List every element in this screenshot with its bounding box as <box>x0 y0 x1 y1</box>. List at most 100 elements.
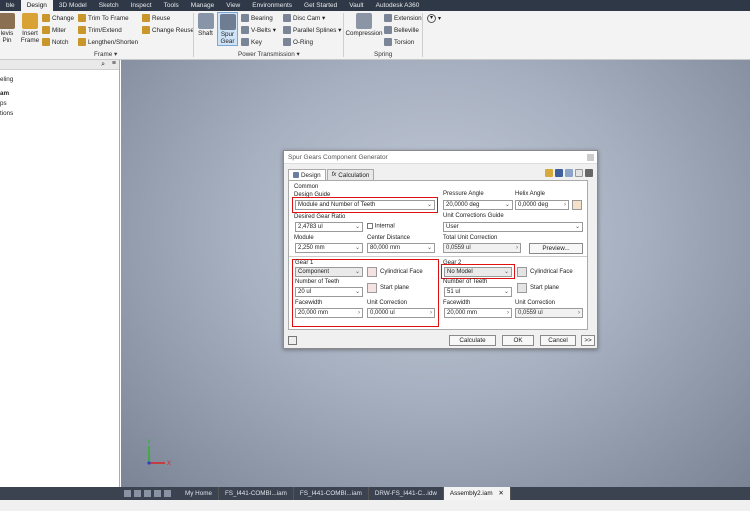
tab-tools[interactable]: Tools <box>158 0 185 11</box>
torsion-spring-button[interactable]: Torsion <box>384 38 414 46</box>
tab-autodesk-a360[interactable]: Autodesk A360 <box>370 0 426 11</box>
shaft-button[interactable]: Shaft <box>197 13 214 37</box>
open-folder-icon[interactable] <box>545 169 553 177</box>
unit-corrections-guide-select[interactable]: User ⌄ <box>443 222 583 232</box>
disc-cam-button[interactable]: Disc Cam ▾ <box>283 14 325 22</box>
start-plane-2-label: Start plane <box>530 285 560 291</box>
help-icon[interactable] <box>288 336 297 345</box>
lengthen-shorten-button[interactable]: Lengthen/Shorten <box>78 38 138 46</box>
print-icon[interactable] <box>585 169 593 177</box>
pressure-angle-select[interactable]: 20,0000 deg ⌄ <box>443 200 513 210</box>
browser-item-root[interactable]: am <box>0 90 9 97</box>
close-icon[interactable] <box>587 154 594 161</box>
notch-button[interactable]: Notch <box>42 38 68 46</box>
doc-tab[interactable]: FS_I441-COMBI...iam <box>219 487 294 500</box>
cancel-button[interactable]: Cancel <box>540 335 576 346</box>
dialog-toolbar <box>545 169 593 177</box>
helix-direction-icon[interactable] <box>572 200 582 210</box>
chevron-down-icon: ⌄ <box>354 289 360 295</box>
desired-gear-ratio-select[interactable]: 2,4783 ul ⌄ <box>295 222 363 232</box>
tab-inspect[interactable]: Inspect <box>125 0 158 11</box>
teeth1-select[interactable]: 20 ul ⌄ <box>295 287 363 297</box>
facewidth1-input[interactable]: 20,000 mm › <box>295 308 363 318</box>
compression-spring-button[interactable]: Compression <box>345 13 383 37</box>
settings-icon[interactable] <box>565 169 573 177</box>
key-button[interactable]: Key <box>241 38 262 46</box>
cascade-icon[interactable] <box>134 490 141 497</box>
tab-environment-partial[interactable]: ble <box>0 0 21 11</box>
doc-tab[interactable]: DRW-FS_I441-C...idw <box>369 487 444 500</box>
vbelts-button[interactable]: V-Belts ▾ <box>241 26 276 34</box>
ribbon-options-dropdown[interactable]: ▾ ▾ <box>427 14 441 23</box>
tab-vault[interactable]: Vault <box>343 0 369 11</box>
change-reuse-icon <box>142 26 150 34</box>
tab-manage[interactable]: Manage <box>185 0 221 11</box>
start-plane-select-icon[interactable] <box>367 283 377 293</box>
doc-tab-active[interactable]: Assembly2.iam ✕ <box>443 487 511 500</box>
doc-tab-my-home[interactable]: My Home <box>179 487 219 500</box>
tab-get-started[interactable]: Get Started <box>298 0 343 11</box>
window-icon[interactable] <box>164 490 171 497</box>
ribbon-separator <box>343 13 344 57</box>
browser-item[interactable]: eling <box>0 76 13 83</box>
doc-tab[interactable]: FS_I441-COMBI...iam <box>294 487 369 500</box>
chevron-down-icon: ⌄ <box>426 245 432 251</box>
trim-extend-button[interactable]: Trim/Extend <box>78 26 122 34</box>
unit-correction-2-label: Unit Correction <box>515 300 556 306</box>
tile-icon[interactable] <box>124 490 131 497</box>
reuse-icon <box>142 14 150 22</box>
tab-sketch[interactable]: Sketch <box>93 0 125 11</box>
save-icon[interactable] <box>555 169 563 177</box>
change-button[interactable]: Change <box>42 14 74 22</box>
helix-angle-input[interactable]: 0,0000 deg › <box>515 200 569 210</box>
y-axis-label: Y <box>147 440 151 446</box>
frame-group-label[interactable]: Frame ▾ <box>94 51 117 58</box>
ok-button[interactable]: OK <box>502 335 534 346</box>
calculate-button[interactable]: Calculate <box>449 335 496 346</box>
reuse-button[interactable]: Reuse <box>142 14 170 22</box>
power-transmission-group-label[interactable]: Power Transmission ▾ <box>238 51 300 58</box>
tab-design[interactable]: Design <box>288 169 326 180</box>
tab-design[interactable]: Design <box>20 0 53 11</box>
window-icon[interactable] <box>144 490 151 497</box>
fx-icon[interactable] <box>575 169 583 177</box>
extension-spring-button[interactable]: Extension <box>384 14 422 22</box>
unit-correction-1-input[interactable]: 0,0000 ul › <box>367 308 435 318</box>
parallel-splines-button[interactable]: Parallel Splines ▾ <box>283 26 341 34</box>
internal-checkbox[interactable]: Internal <box>367 223 395 230</box>
search-icon[interactable]: ⌕ <box>101 61 105 69</box>
browser-item[interactable]: tions <box>0 110 13 117</box>
section-divider <box>289 256 587 257</box>
center-distance-select[interactable]: 80,000 mm ⌄ <box>367 243 435 253</box>
miter-button[interactable]: Miter <box>42 26 66 34</box>
tab-3d-model[interactable]: 3D Model <box>53 0 93 11</box>
start-plane-select-icon[interactable] <box>517 283 527 293</box>
more-button[interactable]: >> <box>581 335 595 346</box>
change-reuse-button[interactable]: Change Reuse <box>142 26 194 34</box>
design-panel: Common Design Guide Module and Number of… <box>288 180 588 330</box>
close-icon[interactable]: ✕ <box>498 490 503 497</box>
trim-to-frame-button[interactable]: Trim To Frame <box>78 14 129 22</box>
spur-gear-button[interactable]: Spur Gear <box>217 12 238 46</box>
tab-calculation[interactable]: fx Calculation <box>326 169 375 180</box>
facewidth2-input[interactable]: 20,000 mm › <box>444 308 512 318</box>
insert-frame-button[interactable]: Insert Frame <box>20 13 40 44</box>
clevis-pin-button[interactable]: levis Pin <box>0 13 15 44</box>
gear1-type-select[interactable]: Component ⌄ <box>295 267 363 277</box>
bearing-button[interactable]: Bearing <box>241 14 273 22</box>
parallel-splines-icon <box>283 26 291 34</box>
module-select[interactable]: 2,250 mm ⌄ <box>295 243 363 253</box>
teeth2-select[interactable]: 51 ul ⌄ <box>444 287 512 297</box>
checkbox-box[interactable] <box>367 223 373 229</box>
oring-button[interactable]: O-Ring <box>283 38 313 46</box>
browser-item[interactable]: ps <box>0 100 7 107</box>
preview-button[interactable]: Preview... <box>529 243 583 254</box>
window-icon[interactable] <box>154 490 161 497</box>
cylindrical-face-select-icon[interactable] <box>367 267 377 277</box>
belleville-spring-button[interactable]: Belleville <box>384 26 419 34</box>
tab-view[interactable]: View <box>220 0 246 11</box>
dialog-title-bar[interactable]: Spur Gears Component Generator <box>284 151 597 164</box>
tab-environments[interactable]: Environments <box>246 0 298 11</box>
menu-icon[interactable]: ≡ <box>112 60 116 67</box>
cylindrical-face-select-icon[interactable] <box>517 267 527 277</box>
